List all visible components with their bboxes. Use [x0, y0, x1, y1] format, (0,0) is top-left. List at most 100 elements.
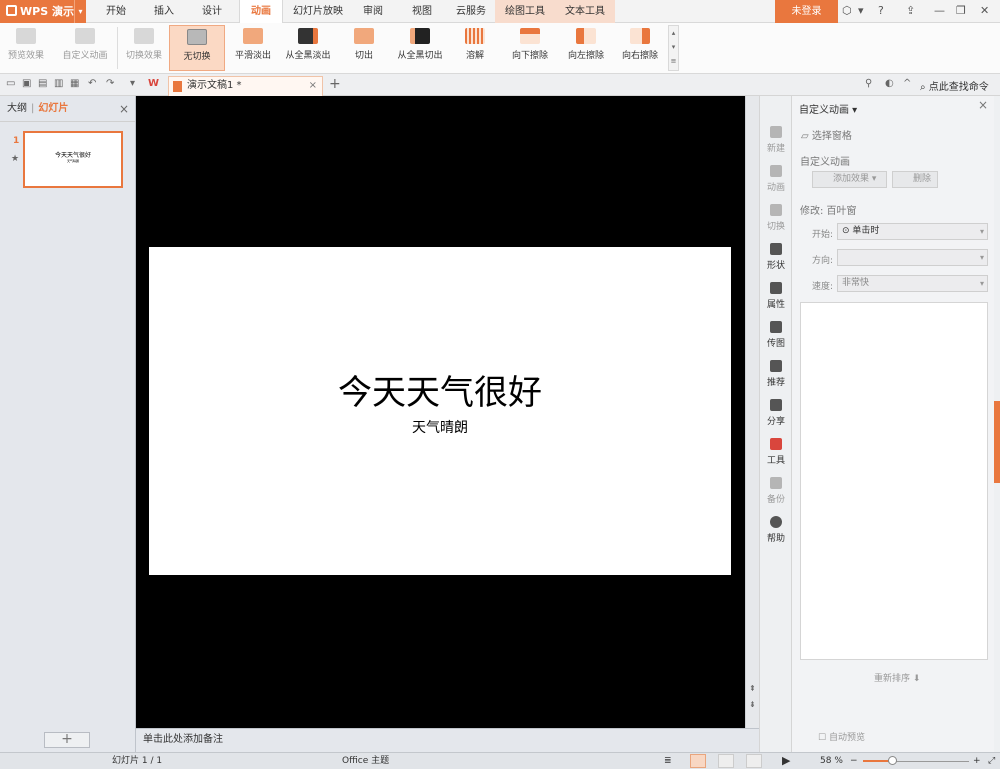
- reorder-button[interactable]: 重新排序 ⬇: [874, 671, 920, 684]
- slide-subtitle[interactable]: 天气晴朗: [149, 417, 731, 437]
- strip-tools[interactable]: 工具: [760, 438, 792, 466]
- app-menu-button[interactable]: WPS 演示 ▾: [0, 0, 86, 23]
- cut-label: 切出: [354, 51, 373, 61]
- tab-slides[interactable]: 幻灯片: [38, 103, 68, 114]
- notes-area[interactable]: 单击此处添加备注: [136, 728, 759, 752]
- pin-icon[interactable]: ⚲: [865, 78, 872, 89]
- cut-from-black-button[interactable]: 从全黑切出: [392, 25, 448, 71]
- document-tab-title: 演示文稿1 *: [187, 80, 242, 91]
- close-tab-icon[interactable]: ×: [309, 77, 317, 95]
- preview-effect-button[interactable]: 预览效果: [4, 25, 48, 71]
- minimize-icon[interactable]: —: [934, 4, 945, 17]
- play-icon[interactable]: ▶: [782, 753, 790, 769]
- start-select[interactable]: ⊙ 单击时 ▾: [837, 223, 988, 240]
- autopreview-checkbox[interactable]: ☐ 自动预览: [818, 730, 865, 743]
- strip-new[interactable]: 新建: [760, 126, 792, 154]
- custom-animation-button[interactable]: 自定义动画: [58, 25, 112, 71]
- prev-slide-icon[interactable]: ⇞: [749, 684, 756, 693]
- collapse-pane-handle[interactable]: [994, 401, 1000, 483]
- login-button[interactable]: 未登录: [775, 0, 838, 23]
- redo-icon[interactable]: ↷: [106, 78, 114, 89]
- direction-select[interactable]: ▾: [837, 249, 988, 266]
- dissolve-button[interactable]: 溶解: [455, 25, 495, 71]
- wipe-down-button[interactable]: 向下擦除: [505, 25, 555, 71]
- strip-recommend[interactable]: 推荐: [760, 360, 792, 388]
- more-icon[interactable]: ^: [903, 78, 911, 89]
- notes-toggle-icon[interactable]: ≣: [664, 753, 672, 769]
- zoom-level[interactable]: 58 %: [820, 753, 843, 769]
- upload-icon[interactable]: ⇪: [906, 4, 915, 17]
- tab-drawing-tools[interactable]: 绘图工具: [495, 0, 555, 23]
- speed-select[interactable]: 非常快 ▾: [837, 275, 988, 292]
- strip-shape[interactable]: 形状: [760, 243, 792, 271]
- zoom-slider-handle[interactable]: [888, 756, 897, 765]
- slide-thumbnail[interactable]: 今天天气很好 天气晴朗: [23, 131, 123, 188]
- theme-icon[interactable]: ◐: [885, 78, 894, 89]
- fade-from-black-button[interactable]: 从全黑淡出: [281, 25, 335, 71]
- zoom-in-icon[interactable]: +: [973, 753, 981, 769]
- strip-transition[interactable]: 切换: [760, 204, 792, 232]
- strip-help[interactable]: 帮助: [760, 516, 792, 544]
- next-slide-icon[interactable]: ⇟: [749, 700, 756, 709]
- add-effect-label: 添加效果: [833, 174, 870, 184]
- slide[interactable]: 今天天气很好 天气晴朗: [149, 247, 731, 575]
- skin-icon[interactable]: ⬡: [842, 4, 852, 17]
- blank-slide-icon: [187, 29, 207, 45]
- restore-icon[interactable]: ❐: [956, 4, 966, 17]
- tab-outline[interactable]: 大纲: [7, 103, 27, 114]
- normal-view-button[interactable]: [690, 754, 706, 768]
- cut-button[interactable]: 切出: [342, 25, 386, 71]
- strip-properties[interactable]: 属性: [760, 282, 792, 310]
- close-icon[interactable]: ✕: [980, 4, 989, 17]
- fit-window-icon[interactable]: ⤢: [988, 753, 995, 769]
- reorder-label: 重新排序: [874, 674, 911, 684]
- print-icon[interactable]: ▥: [54, 78, 63, 89]
- tab-slideshow[interactable]: 幻灯片放映: [287, 0, 349, 23]
- open-icon[interactable]: ▭: [6, 78, 15, 89]
- smooth-fade-button[interactable]: 平滑淡出: [229, 25, 277, 71]
- strip-animation[interactable]: 动画: [760, 165, 792, 193]
- tab-design[interactable]: 设计: [191, 0, 233, 23]
- strip-share[interactable]: 分享: [760, 399, 792, 427]
- reading-view-button[interactable]: [746, 754, 762, 768]
- tab-review[interactable]: 审阅: [352, 0, 394, 23]
- slide-title[interactable]: 今天天气很好: [149, 365, 731, 414]
- new-tab-icon[interactable]: +: [329, 76, 341, 92]
- sorter-view-button[interactable]: [718, 754, 734, 768]
- shirt-icon[interactable]: ▾: [858, 4, 864, 17]
- tab-view[interactable]: 视图: [401, 0, 443, 23]
- wipe-right-button[interactable]: 向右擦除: [615, 25, 665, 71]
- print-preview-icon[interactable]: ▦: [70, 78, 79, 89]
- task-pane-title[interactable]: 自定义动画 ▾: [799, 101, 857, 116]
- customize-icon[interactable]: ▾: [130, 78, 135, 89]
- tab-animation[interactable]: 动画: [239, 0, 283, 23]
- chevron-down-icon[interactable]: ▾: [74, 0, 86, 23]
- tab-insert[interactable]: 插入: [143, 0, 185, 23]
- close-pane-icon[interactable]: ×: [119, 96, 129, 122]
- tab-text-tools[interactable]: 文本工具: [555, 0, 615, 23]
- no-transition-button[interactable]: 无切换: [169, 25, 225, 71]
- help-icon[interactable]: ?: [878, 4, 884, 17]
- select-pane-link[interactable]: ▱ 选择窗格: [801, 127, 852, 142]
- add-slide-button[interactable]: +: [44, 732, 90, 748]
- wipe-left-button[interactable]: 向左擦除: [561, 25, 611, 71]
- save-as-icon[interactable]: ▤: [38, 78, 47, 89]
- transition-effect-button[interactable]: 切换效果: [122, 25, 166, 71]
- task-pane-title-label: 自定义动画: [799, 105, 849, 116]
- animation-list[interactable]: [800, 302, 988, 660]
- document-tab[interactable]: 演示文稿1 * ×: [168, 76, 323, 96]
- zoom-out-icon[interactable]: −: [850, 753, 858, 769]
- canvas-scrollbar[interactable]: ⇞ ⇟: [745, 96, 759, 728]
- wps-home-icon[interactable]: W: [148, 78, 159, 89]
- tab-home[interactable]: 开始: [95, 0, 137, 23]
- strip-upload-image[interactable]: 传图: [760, 321, 792, 349]
- add-effect-button[interactable]: 添加效果 ▾: [812, 171, 887, 188]
- strip-backup[interactable]: 备份: [760, 477, 792, 505]
- save-icon[interactable]: ▣: [22, 78, 31, 89]
- ribbon-gallery-scroll[interactable]: ▴ ▾ ≡: [668, 25, 679, 71]
- delete-button[interactable]: 删除: [892, 171, 938, 188]
- tab-cloud[interactable]: 云服务: [448, 0, 494, 23]
- undo-icon[interactable]: ↶: [88, 78, 96, 89]
- close-pane-icon[interactable]: ×: [978, 98, 988, 112]
- find-command[interactable]: ⌕ 点此查找命令: [920, 78, 989, 93]
